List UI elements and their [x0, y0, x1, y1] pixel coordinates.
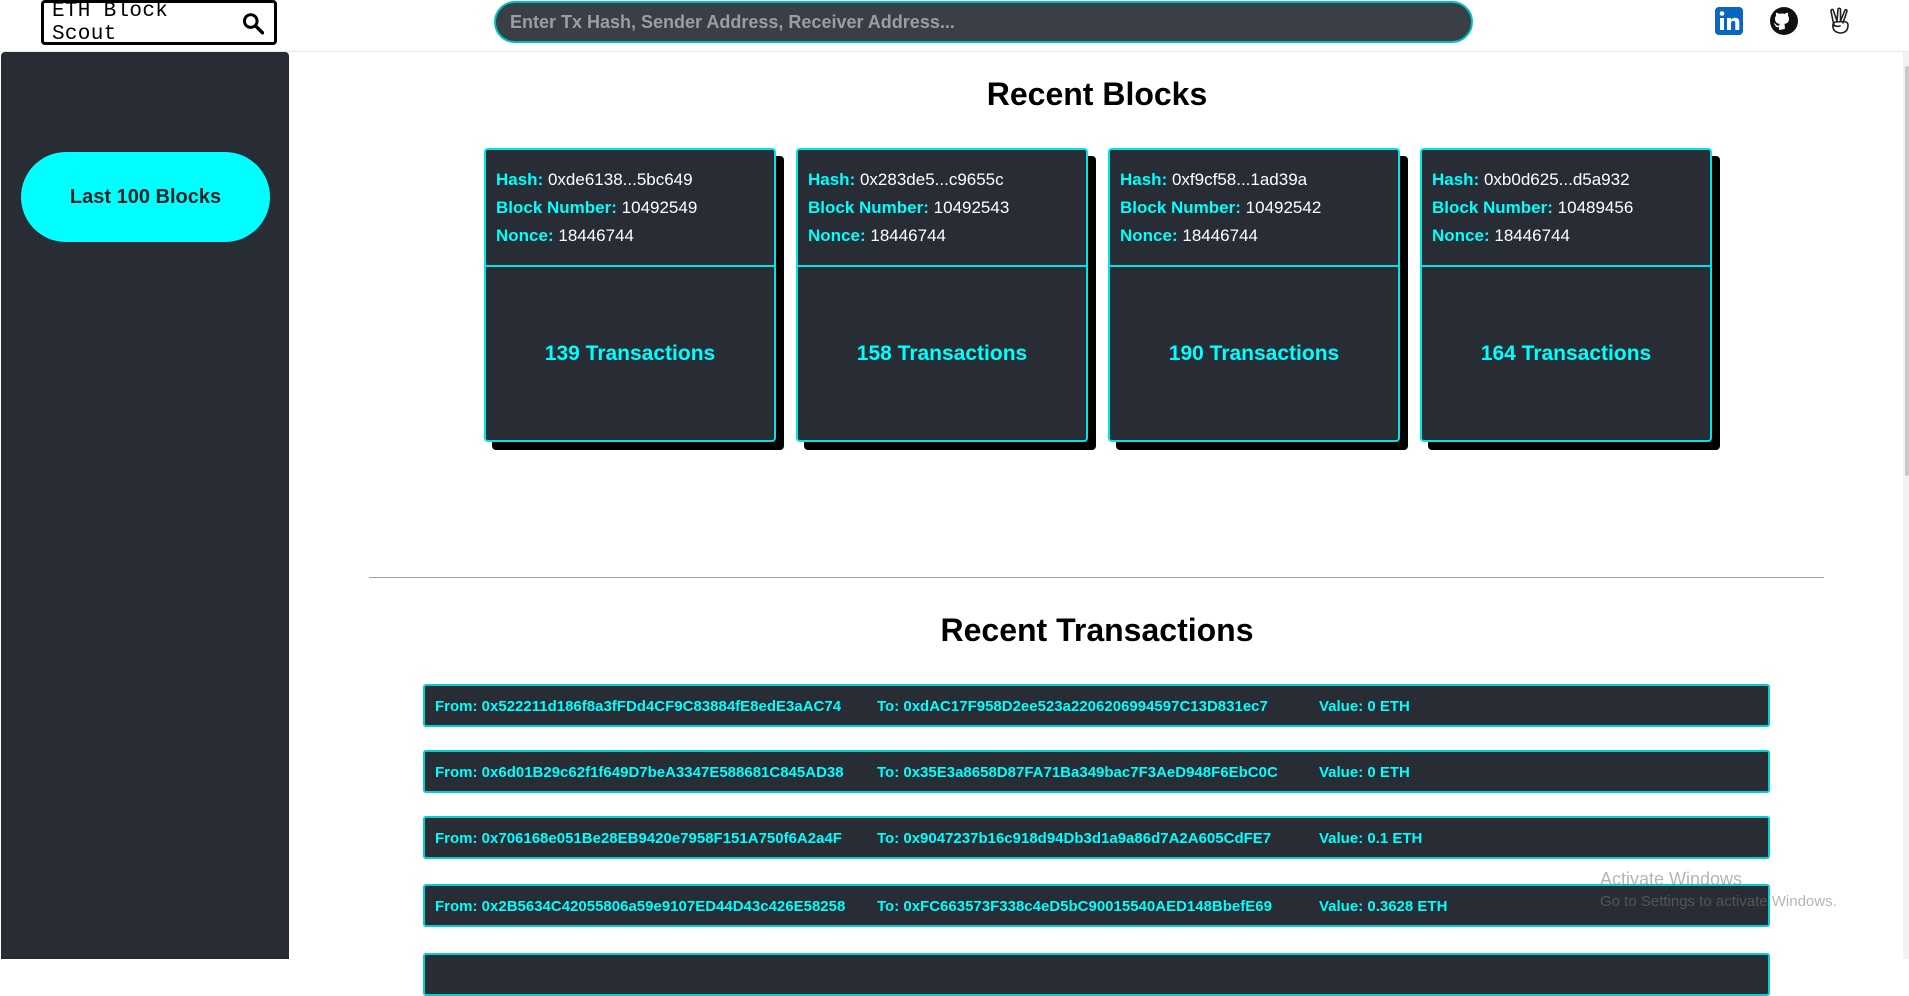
tx-from: From: 0x706168e051Be28EB9420e7958F151A75…: [435, 830, 842, 847]
block-hash-line: Hash: 0x283de5...c9655c: [808, 166, 1076, 194]
block-info: Hash: 0x283de5...c9655c Block Number: 10…: [798, 150, 1086, 267]
tx-from: From: 0x522211d186f8a3fFDd4CF9C83884fE8e…: [435, 698, 842, 715]
block-nonce: 18446744: [1182, 226, 1258, 245]
block-transaction-count[interactable]: 158 Transactions: [798, 267, 1086, 440]
activate-windows-title: Activate Windows: [1600, 869, 1743, 889]
transaction-row[interactable]: From: 0x522211d186f8a3fFDd4CF9C83884fE8e…: [423, 684, 1770, 727]
logo-text: ETH Block Scout: [52, 0, 169, 46]
block-number-line: Block Number: 10492543: [808, 194, 1076, 222]
recent-transactions-title: Recent Transactions: [940, 612, 1254, 648]
tx-value: Value: 0 ETH: [1319, 764, 1410, 781]
nonce-label: Nonce:: [496, 226, 554, 245]
block-hash: 0xf9cf58...1ad39a: [1171, 170, 1308, 189]
block-number-line: Block Number: 10492549: [496, 194, 764, 222]
tx-value: Value: 0 ETH: [1319, 698, 1410, 715]
block-hash-line: Hash: 0xde6138...5bc649: [496, 166, 764, 194]
block-nonce-line: Nonce: 18446744: [1432, 222, 1700, 250]
block-nonce: 18446744: [558, 226, 634, 245]
block-hash: 0xde6138...5bc649: [547, 170, 693, 189]
block-nonce-line: Nonce: 18446744: [496, 222, 764, 250]
search-icon: [242, 12, 264, 34]
github-icon[interactable]: [1769, 6, 1799, 36]
tx-value: Value: 0.1 ETH: [1319, 830, 1423, 847]
block-number: 10489456: [1557, 198, 1634, 217]
block-hash-line: Hash: 0xf9cf58...1ad39a: [1120, 166, 1388, 194]
transaction-row[interactable]: From: 0x6d01B29c62f1f649D7beA3347E588681…: [423, 750, 1770, 793]
top-navbar: ETH Block Scout: [0, 0, 1909, 52]
nonce-label: Nonce:: [1432, 226, 1490, 245]
block-transaction-count[interactable]: 190 Transactions: [1110, 267, 1398, 440]
block-number-label: Block Number:: [1432, 198, 1553, 217]
sidebar: Last 100 Blocks: [1, 52, 289, 959]
tx-to: To: 0xdAC17F958D2ee523a2206206994597C13D…: [877, 698, 1268, 715]
hash-label: Hash:: [1120, 170, 1168, 189]
block-card[interactable]: Hash: 0x283de5...c9655c Block Number: 10…: [796, 148, 1088, 442]
tx-from: From: 0x2B5634C42055806a59e9107ED44D43c4…: [435, 898, 846, 915]
block-hash: 0x283de5...c9655c: [859, 170, 1004, 189]
activate-windows-subtitle: Go to Settings to activate Windows.: [1600, 893, 1837, 910]
block-transaction-count[interactable]: 164 Transactions: [1422, 267, 1710, 440]
angellist-icon[interactable]: [1825, 6, 1855, 36]
block-number-label: Block Number:: [1120, 198, 1241, 217]
nonce-label: Nonce:: [808, 226, 866, 245]
tx-to: To: 0x9047237b16c918d94Db3d1a9a86d7A2A60…: [877, 830, 1272, 847]
block-nonce: 18446744: [1494, 226, 1570, 245]
recent-blocks-title: Recent Blocks: [986, 76, 1208, 112]
nonce-label: Nonce:: [1120, 226, 1178, 245]
block-transaction-count[interactable]: 139 Transactions: [486, 267, 774, 440]
section-divider: [369, 577, 1824, 578]
linkedin-icon[interactable]: [1714, 6, 1744, 36]
block-number-label: Block Number:: [496, 198, 617, 217]
tx-from: From: 0x6d01B29c62f1f649D7beA3347E588681…: [435, 764, 844, 781]
block-number-line: Block Number: 10492542: [1120, 194, 1388, 222]
block-hash-line: Hash: 0xb0d625...d5a932: [1432, 166, 1700, 194]
search-bar: [494, 1, 1473, 43]
tx-to: To: 0xFC663573F338c4eD5bC90015540AED148B…: [877, 898, 1272, 915]
hash-label: Hash:: [1432, 170, 1480, 189]
search-input[interactable]: [496, 3, 1471, 41]
block-info: Hash: 0xde6138...5bc649 Block Number: 10…: [486, 150, 774, 267]
block-info: Hash: 0xf9cf58...1ad39a Block Number: 10…: [1110, 150, 1398, 267]
block-card[interactable]: Hash: 0xf9cf58...1ad39a Block Number: 10…: [1108, 148, 1400, 442]
block-info: Hash: 0xb0d625...d5a932 Block Number: 10…: [1422, 150, 1710, 267]
hash-label: Hash:: [496, 170, 544, 189]
tx-to: To: 0x35E3a8658D87FA71Ba349bac7F3AeD948F…: [877, 764, 1278, 781]
tx-value: Value: 0.3628 ETH: [1319, 898, 1448, 915]
block-nonce-line: Nonce: 18446744: [1120, 222, 1388, 250]
block-hash: 0xb0d625...d5a932: [1483, 170, 1630, 189]
last-100-blocks-button[interactable]: Last 100 Blocks: [21, 152, 270, 242]
block-number: 10492543: [933, 198, 1010, 217]
block-number-line: Block Number: 10489456: [1432, 194, 1700, 222]
block-number-label: Block Number:: [808, 198, 929, 217]
transaction-row[interactable]: From: 0x2B5634C42055806a59e9107ED44D43c4…: [423, 884, 1770, 927]
transaction-row-partial[interactable]: [423, 953, 1770, 996]
hash-label: Hash:: [808, 170, 856, 189]
block-card[interactable]: Hash: 0xb0d625...d5a932 Block Number: 10…: [1420, 148, 1712, 442]
transaction-row[interactable]: From: 0x706168e051Be28EB9420e7958F151A75…: [423, 816, 1770, 859]
block-nonce-line: Nonce: 18446744: [808, 222, 1076, 250]
logo-search-button[interactable]: ETH Block Scout: [41, 0, 277, 46]
block-nonce: 18446744: [870, 226, 946, 245]
page-scrollbar-thumb[interactable]: [1905, 66, 1909, 476]
block-number: 10492549: [621, 198, 698, 217]
block-number: 10492542: [1245, 198, 1322, 217]
block-card[interactable]: Hash: 0xde6138...5bc649 Block Number: 10…: [484, 148, 776, 442]
